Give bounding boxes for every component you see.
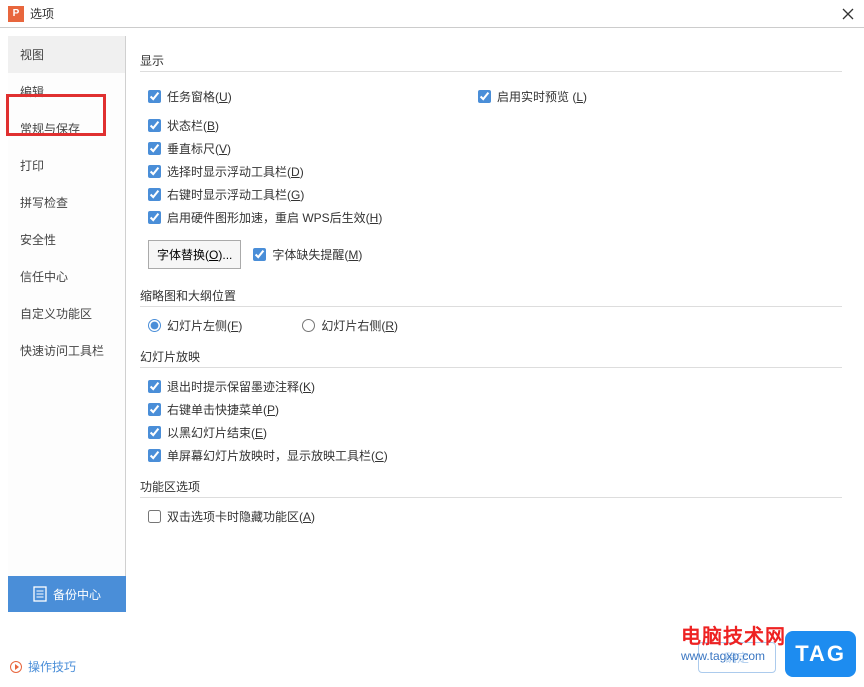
ok-button[interactable]: 确定 [698,642,776,673]
sidebar-item-security[interactable]: 安全性 [8,221,125,258]
section-thumb: 缩略图和大纲位置 [140,287,842,307]
label-blackend: 以黑幻灯片结束(E) [167,424,267,441]
tips-link[interactable]: 操作技巧 [10,658,76,675]
section-display: 显示 [140,52,842,72]
checkbox-taskpane[interactable] [148,90,161,103]
backup-label: 备份中心 [53,586,101,603]
checkbox-preview[interactable] [478,90,491,103]
label-font-missing: 字体缺失提醒(M) [272,246,362,263]
label-taskpane: 任务窗格(U) [167,88,232,105]
section-slideshow: 幻灯片放映 [140,348,842,368]
close-icon [842,8,854,20]
section-ribbon: 功能区选项 [140,478,842,498]
label-ink: 退出时提示保留墨迹注释(K) [167,378,315,395]
checkbox-single-toolbar[interactable] [148,449,161,462]
label-thumb-right: 幻灯片右侧(R) [321,317,398,334]
checkbox-rightclick-menu[interactable] [148,403,161,416]
label-rightclick-menu: 右键单击快捷菜单(P) [167,401,279,418]
backup-icon [33,586,47,602]
sidebar-item-print[interactable]: 打印 [8,147,125,184]
checkbox-floating-select[interactable] [148,165,161,178]
checkbox-font-missing[interactable] [253,248,266,261]
checkbox-statusbar[interactable] [148,119,161,132]
radio-thumb-left[interactable] [148,319,161,332]
backup-center-button[interactable]: 备份中心 [8,576,126,612]
checkbox-ruler[interactable] [148,142,161,155]
play-icon [10,661,22,673]
label-statusbar: 状态栏(B) [167,117,219,134]
checkbox-blackend[interactable] [148,426,161,439]
label-ruler: 垂直标尺(V) [167,140,231,157]
app-icon: P [8,6,24,22]
sidebar-item-edit[interactable]: 编辑 [8,73,125,110]
sidebar-item-ribbon[interactable]: 自定义功能区 [8,295,125,332]
sidebar-item-spell[interactable]: 拼写检查 [8,184,125,221]
checkbox-floating-right[interactable] [148,188,161,201]
font-replace-button[interactable]: 字体替换(O)... [148,240,241,269]
sidebar-item-general-save[interactable]: 常规与保存 [8,110,125,147]
sidebar: 视图 编辑 常规与保存 打印 拼写检查 安全性 信任中心 自定义功能区 快速访问… [8,36,126,576]
close-button[interactable] [838,4,858,24]
tag-badge: TAG [785,631,856,677]
sidebar-item-trust[interactable]: 信任中心 [8,258,125,295]
checkbox-dbltab[interactable] [148,510,161,523]
label-dbltab: 双击选项卡时隐藏功能区(A) [167,508,315,525]
label-thumb-left: 幻灯片左侧(F) [167,317,242,334]
label-single-toolbar: 单屏幕幻灯片放映时，显示放映工具栏(C) [167,447,388,464]
checkbox-ink[interactable] [148,380,161,393]
checkbox-hwaccel[interactable] [148,211,161,224]
content-panel: 显示 任务窗格(U) 启用实时预览 (L) 状态栏(B) 垂直标尺(V) 选择时… [126,36,856,620]
tips-label: 操作技巧 [28,658,76,675]
sidebar-item-view[interactable]: 视图 [8,36,125,73]
titlebar: P 选项 [0,0,864,28]
label-floating-right: 右键时显示浮动工具栏(G) [167,186,304,203]
window-title: 选项 [30,5,54,22]
label-preview: 启用实时预览 (L) [497,88,587,105]
radio-thumb-right[interactable] [302,319,315,332]
sidebar-item-qat[interactable]: 快速访问工具栏 [8,332,125,369]
label-hwaccel: 启用硬件图形加速，重启 WPS后生效(H) [167,209,382,226]
label-floating-select: 选择时显示浮动工具栏(D) [167,163,304,180]
